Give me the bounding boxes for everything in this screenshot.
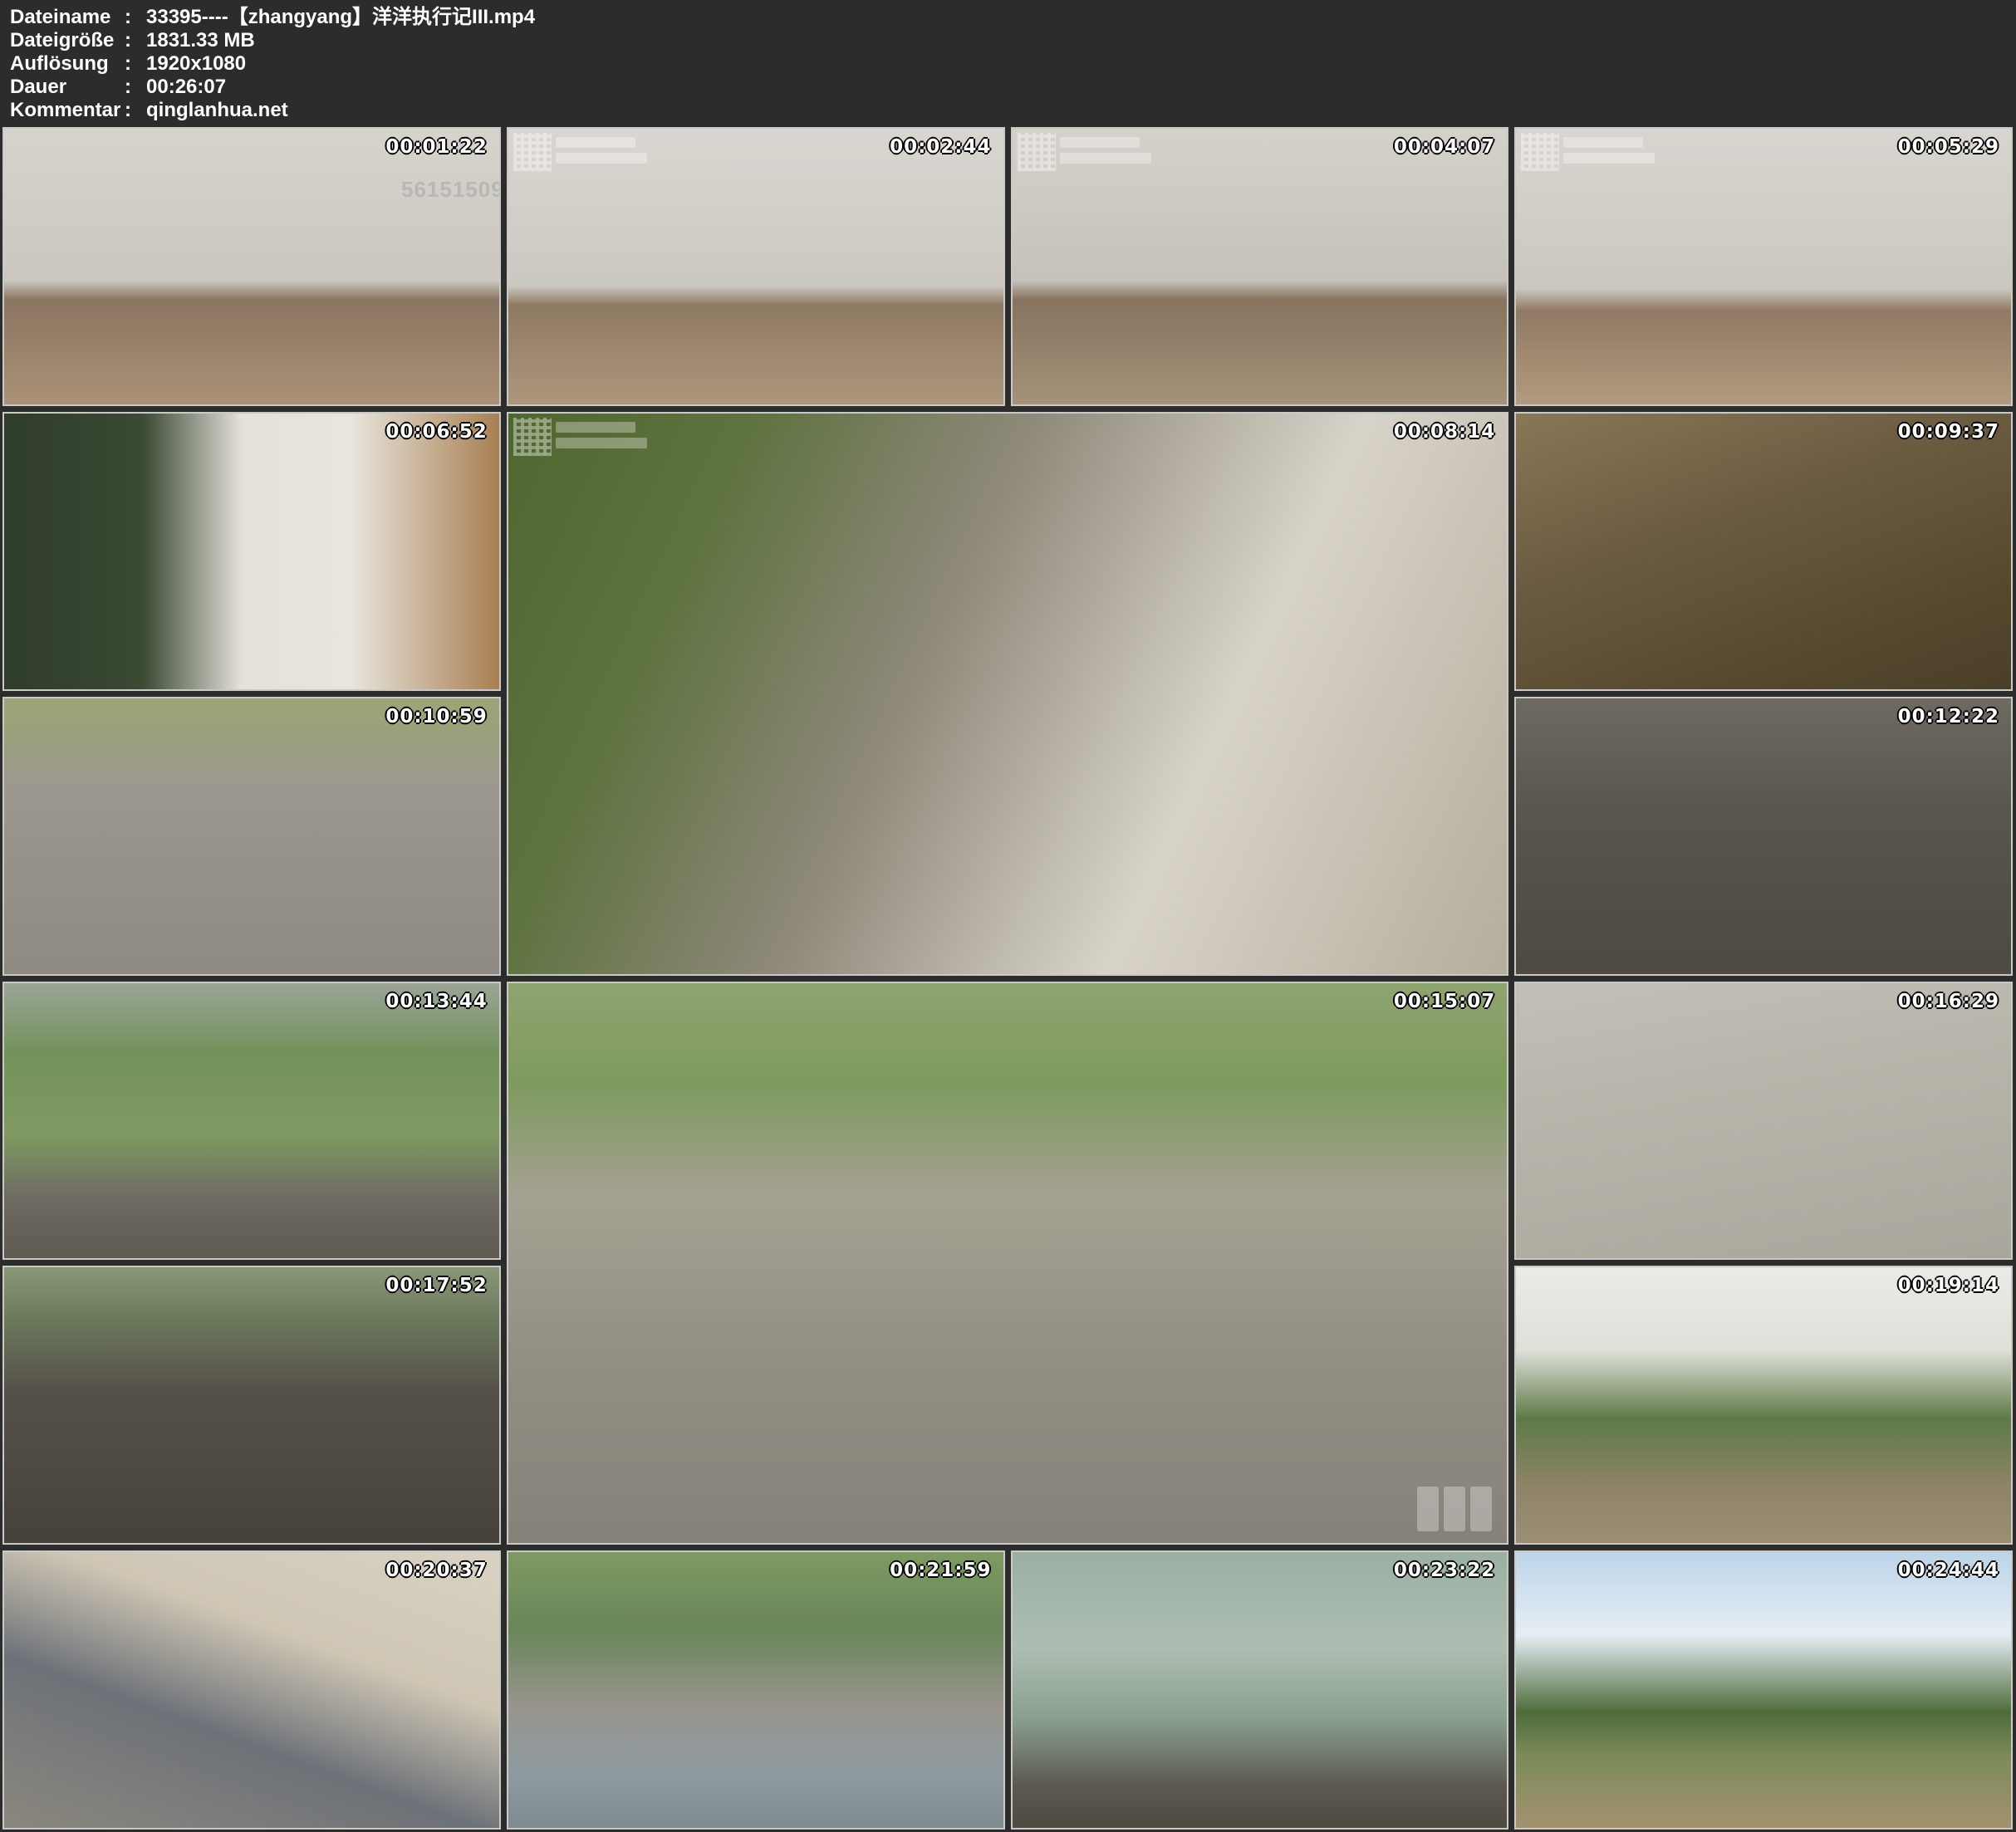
metadata-row-duration: Dauer : 00:26:07: [0, 76, 2016, 99]
timestamp-overlay: 00:19:14: [1898, 1275, 1999, 1296]
timestamp-overlay: 00:21:59: [890, 1560, 991, 1581]
video-thumbnail: 00:09:37: [1514, 412, 2013, 691]
video-thumbnail: 00:02:44: [507, 127, 1005, 406]
metadata-label: Dateiname: [0, 6, 125, 29]
metadata-separator: :: [125, 29, 146, 52]
metadata-value-comment: qinglanhua.net: [146, 99, 2016, 122]
metadata-label: Dateigröße: [0, 29, 125, 52]
qr-watermark: [513, 133, 647, 171]
metadata-row-comment: Kommentar : qinglanhua.net: [0, 99, 2016, 122]
timestamp-overlay: 00:16:29: [1898, 991, 1999, 1012]
qr-watermark: [1521, 133, 1655, 171]
metadata-row-filename: Dateiname : 33395----【zhangyang】洋洋执行记III…: [0, 6, 2016, 29]
video-thumbnail: 00:19:14: [1514, 1266, 2013, 1545]
video-thumbnail: 00:06:52: [2, 412, 501, 691]
metadata-separator: :: [125, 76, 146, 99]
timestamp-overlay: 00:04:07: [1394, 136, 1495, 158]
video-thumbnail: 00:08:14: [507, 412, 1509, 976]
video-thumbnail: 00:16:29: [1514, 982, 2013, 1261]
video-thumbnail: 00:04:07: [1011, 127, 1509, 406]
file-info-header: Dateiname : 33395----【zhangyang】洋洋执行记III…: [0, 0, 2016, 125]
timestamp-overlay: 00:10:59: [385, 706, 487, 727]
timestamp-overlay: 00:12:22: [1898, 706, 1999, 727]
metadata-separator: :: [125, 99, 146, 122]
video-thumbnail: 561515091 00:01:22: [2, 127, 501, 406]
video-thumbnail: 00:20:37: [2, 1550, 501, 1830]
metadata-label: Auflösung: [0, 52, 125, 76]
metadata-label: Dauer: [0, 76, 125, 99]
studio-logo-watermark: [1417, 1487, 1492, 1531]
metadata-row-filesize: Dateigröße : 1831.33 MB: [0, 29, 2016, 52]
timestamp-overlay: 00:02:44: [890, 136, 991, 158]
metadata-value-filename: 33395----【zhangyang】洋洋执行记III.mp4: [146, 6, 2016, 29]
metadata-label: Kommentar: [0, 99, 125, 122]
metadata-value-duration: 00:26:07: [146, 76, 2016, 99]
qr-watermark: [1018, 133, 1151, 171]
metadata-row-resolution: Auflösung : 1920x1080: [0, 52, 2016, 76]
timestamp-overlay: 00:09:37: [1898, 421, 1999, 443]
video-thumbnail: 00:24:44: [1514, 1550, 2013, 1830]
metadata-separator: :: [125, 6, 146, 29]
video-thumbnail: 00:12:22: [1514, 697, 2013, 976]
timestamp-overlay: 00:24:44: [1898, 1560, 1999, 1581]
metadata-value-resolution: 1920x1080: [146, 52, 2016, 76]
timestamp-overlay: 00:15:07: [1394, 991, 1495, 1012]
video-thumbnail: 00:05:29: [1514, 127, 2013, 406]
video-thumbnail: 00:23:22: [1011, 1550, 1509, 1830]
timestamp-overlay: 00:05:29: [1898, 136, 1999, 158]
uploader-watermark-text: 561515091: [401, 177, 501, 203]
video-thumbnail: 00:15:07: [507, 982, 1509, 1545]
video-thumbnail: 00:21:59: [507, 1550, 1005, 1830]
thumbnail-grid: 561515091 00:01:22 00:02:44 00:04:07 00:05:2…: [2, 127, 2013, 1830]
video-thumbnail: 00:13:44: [2, 982, 501, 1261]
timestamp-overlay: 00:23:22: [1394, 1560, 1495, 1581]
timestamp-overlay: 00:01:22: [385, 136, 487, 158]
qr-watermark: [513, 418, 647, 456]
timestamp-overlay: 00:20:37: [385, 1560, 487, 1581]
timestamp-overlay: 00:13:44: [385, 991, 487, 1012]
video-thumbnail: 00:10:59: [2, 697, 501, 976]
metadata-separator: :: [125, 52, 146, 76]
video-thumbnail: 00:17:52: [2, 1266, 501, 1545]
timestamp-overlay: 00:06:52: [385, 421, 487, 443]
timestamp-overlay: 00:17:52: [385, 1275, 487, 1296]
timestamp-overlay: 00:08:14: [1394, 421, 1495, 443]
metadata-value-filesize: 1831.33 MB: [146, 29, 2016, 52]
